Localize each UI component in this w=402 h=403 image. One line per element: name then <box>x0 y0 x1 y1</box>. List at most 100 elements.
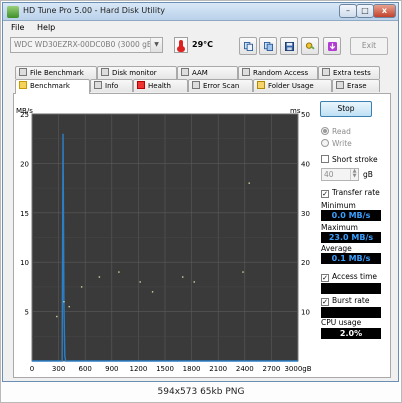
menu-file[interactable]: File <box>11 23 24 32</box>
tab-folder-usage[interactable]: Folder Usage <box>253 79 332 92</box>
save-icon <box>285 42 294 51</box>
checkbox-checked: ✓ <box>321 190 329 198</box>
copy-button[interactable] <box>239 37 257 55</box>
stop-button[interactable]: Stop <box>320 101 372 117</box>
x-tick-label: 900 <box>105 365 118 373</box>
tab-erase[interactable]: Erase <box>332 79 380 92</box>
title-bar[interactable]: HD Tune Pro 5.00 - Hard Disk Utility – □… <box>3 3 398 21</box>
options-button[interactable] <box>301 37 319 55</box>
tab-benchmark[interactable]: Benchmark <box>15 79 90 94</box>
transfer-rate-label: Transfer rate <box>332 188 380 197</box>
access-time-point <box>98 276 101 278</box>
transfer-rate-checkbox[interactable]: ✓ Transfer rate <box>321 188 380 198</box>
y-tick-label: 20 <box>20 160 29 168</box>
short-stroke-value: 40 <box>324 170 334 179</box>
menu-bar: File Help <box>3 21 398 35</box>
spinner-icon[interactable]: ▲ ▼ <box>350 169 358 180</box>
checkbox-checked: ✓ <box>321 274 329 282</box>
x-tick-label: 0 <box>30 365 34 373</box>
y-tick-label: 10 <box>20 259 29 267</box>
tab-label: File Benchmark <box>30 69 84 77</box>
x-tick-label: 2400 <box>236 365 254 373</box>
maximize-button[interactable]: □ <box>356 4 374 18</box>
tab-aam[interactable]: AAM <box>177 66 238 79</box>
info-icon <box>94 81 102 89</box>
disk-monitor-icon <box>101 68 109 76</box>
tab-extra-tests[interactable]: Extra tests <box>318 66 380 79</box>
temperature-value: 29°C <box>192 40 214 49</box>
access-time-checkbox[interactable]: ✓ Access time <box>321 272 377 282</box>
y-tick-label: 15 <box>20 210 29 218</box>
read-label: Read <box>332 127 351 136</box>
tab-label: Health <box>148 82 171 90</box>
options-icon <box>306 42 315 50</box>
tab-label: Random Access <box>253 69 309 77</box>
write-radio[interactable]: Write <box>321 139 352 148</box>
chevron-down-icon[interactable]: ▼ <box>150 38 162 52</box>
tab-random-access[interactable]: Random Access <box>238 66 318 79</box>
speaker-icon <box>181 68 189 76</box>
x-tick-label: 600 <box>79 365 92 373</box>
tab-info[interactable]: Info <box>90 79 133 92</box>
tab-label: Benchmark <box>30 82 70 90</box>
tab-label: Info <box>105 82 119 90</box>
access-time-point <box>80 286 83 288</box>
short-stroke-checkbox[interactable]: Short stroke <box>321 155 378 164</box>
download-button[interactable] <box>323 37 341 55</box>
checkbox-checked: ✓ <box>321 298 329 306</box>
tab-disk-monitor[interactable]: Disk monitor <box>97 66 177 79</box>
drive-select-value: WDC WD30EZRX-00DC0B0 (3000 gB) <box>14 40 155 49</box>
copy-screen-button[interactable] <box>259 37 277 55</box>
erase-icon <box>336 81 344 89</box>
drive-select[interactable]: WDC WD30EZRX-00DC0B0 (3000 gB) ▼ <box>10 37 163 53</box>
y2-tick-label: 40 <box>301 160 310 168</box>
burst-rate-checkbox[interactable]: ✓ Burst rate <box>321 296 369 306</box>
error-scan-icon <box>192 81 200 89</box>
y-tick-label: 5 <box>25 309 29 317</box>
maximum-label: Maximum <box>321 223 358 232</box>
extra-tests-icon <box>322 68 330 76</box>
exit-button[interactable]: Exit <box>350 37 388 55</box>
cpu-usage-label: CPU usage <box>321 318 362 327</box>
y2-unit-label: ms <box>290 107 301 115</box>
access-time-point <box>118 271 120 273</box>
burst-rate-value <box>321 307 381 318</box>
access-time-point <box>63 301 65 303</box>
tab-file-benchmark[interactable]: File Benchmark <box>15 66 97 79</box>
minimize-button[interactable]: – <box>339 4 357 18</box>
random-access-icon <box>242 68 250 76</box>
tab-health[interactable]: Health <box>133 79 188 92</box>
close-button[interactable]: x <box>373 4 396 18</box>
short-stroke-input[interactable]: 40 ▲ ▼ <box>321 168 359 181</box>
minimum-label: Minimum <box>321 201 356 210</box>
average-value: 0.1 MB/s <box>321 253 381 264</box>
y2-tick-label: 20 <box>301 259 310 267</box>
maximum-value: 23.0 MB/s <box>321 232 381 243</box>
minimum-value: 0.0 MB/s <box>321 210 381 221</box>
menu-help[interactable]: Help <box>37 23 55 32</box>
window-title: HD Tune Pro 5.00 - Hard Disk Utility <box>23 6 165 15</box>
tab-label: Erase <box>347 82 367 90</box>
folder-icon <box>257 81 265 89</box>
y2-tick-label: 10 <box>301 309 310 317</box>
copy-screen-icon <box>264 42 273 51</box>
checkbox-box <box>321 155 329 163</box>
tab-label: Disk monitor <box>112 69 157 77</box>
read-radio[interactable]: Read <box>321 127 351 136</box>
y2-tick-label: 30 <box>301 210 310 218</box>
health-cross-icon <box>137 81 145 89</box>
short-stroke-unit: gB <box>363 170 373 179</box>
x-tick-label: 1800 <box>183 365 201 373</box>
image-caption: 594x573 65kb PNG <box>157 387 245 397</box>
benchmark-icon <box>19 81 27 89</box>
access-time-point <box>139 281 141 283</box>
save-button[interactable] <box>280 37 298 55</box>
tab-label: AAM <box>192 69 208 77</box>
tab-error-scan[interactable]: Error Scan <box>188 79 253 92</box>
tab-label: Extra tests <box>333 69 371 77</box>
y2-tick-label: 50 <box>301 111 310 119</box>
x-tick-label: 300 <box>52 365 65 373</box>
cpu-usage-value: 2.0% <box>321 328 381 339</box>
file-benchmark-icon <box>19 68 27 76</box>
radio-indicator <box>321 139 329 147</box>
